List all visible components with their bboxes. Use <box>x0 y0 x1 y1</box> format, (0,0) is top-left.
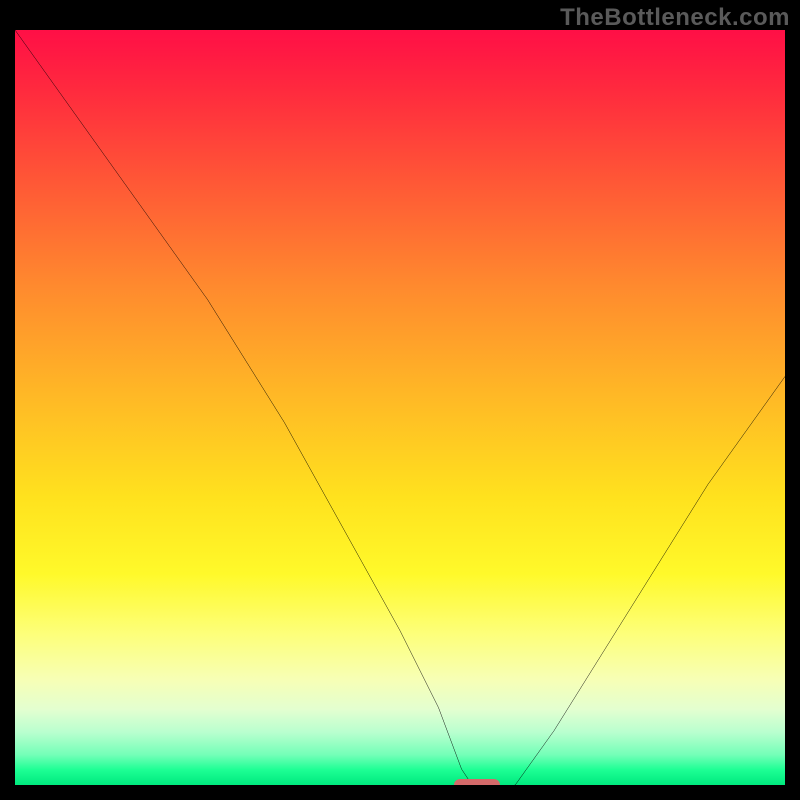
curve-path <box>15 30 785 785</box>
bottleneck-curve <box>15 30 785 785</box>
watermark-text: TheBottleneck.com <box>560 4 790 32</box>
chart-frame: TheBottleneck.com <box>0 0 800 800</box>
plot-area <box>15 30 785 785</box>
optimal-marker <box>454 779 500 785</box>
